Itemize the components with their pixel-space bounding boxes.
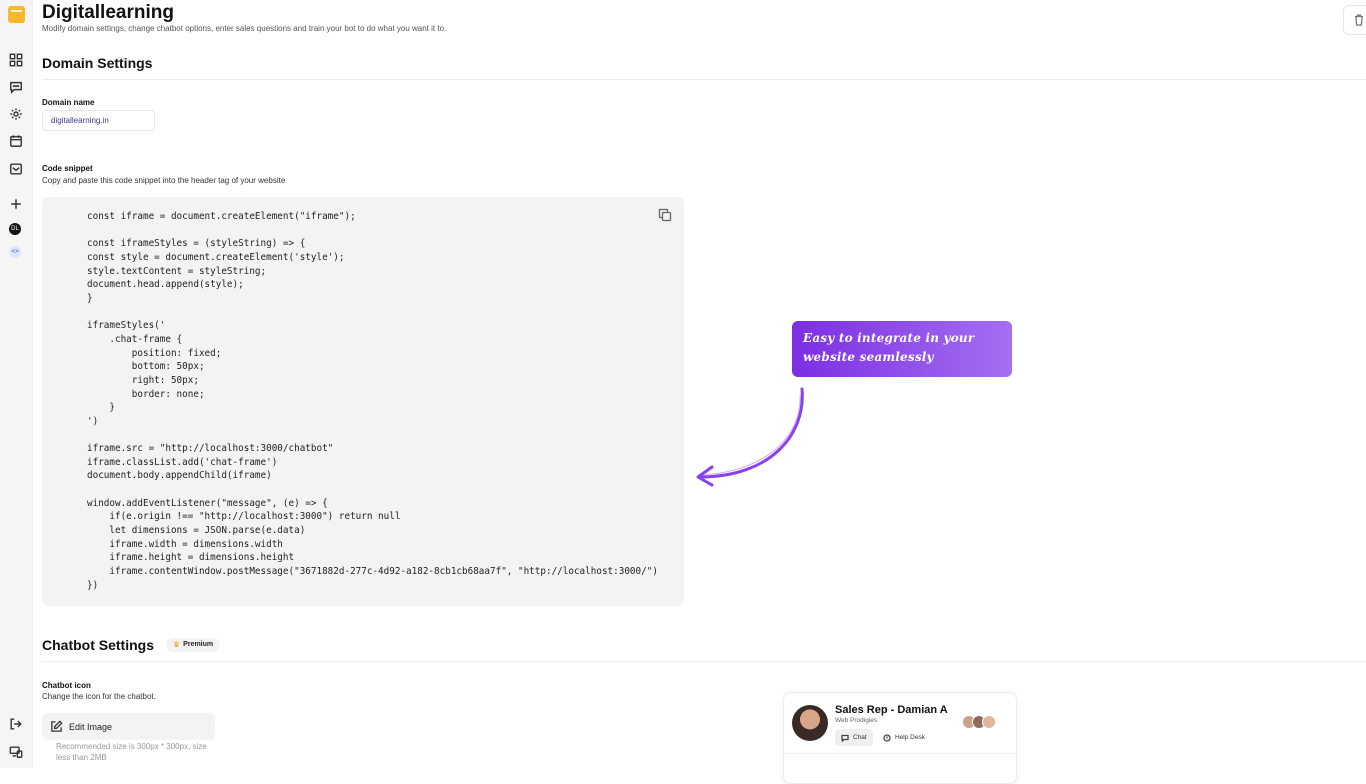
page-title: Digitallearning [42, 2, 174, 23]
inbox-icon[interactable] [8, 161, 24, 177]
code-snippet-help: Copy and paste this code snippet into th… [42, 176, 286, 185]
edit-image-button[interactable]: Edit Image [42, 713, 215, 740]
devices-icon[interactable] [8, 744, 24, 760]
tab-help-desk[interactable]: Help Desk [877, 729, 931, 746]
copy-icon[interactable] [658, 208, 672, 222]
chat-bubble-icon[interactable] [8, 79, 24, 95]
edit-icon [51, 720, 63, 732]
plus-icon[interactable] [8, 196, 24, 212]
domain-avatar-digitallearning[interactable]: DL [9, 223, 21, 235]
delete-domain-button[interactable] [1343, 5, 1366, 35]
premium-badge-label: Premium [183, 641, 214, 648]
domain-settings-title: Domain Settings [42, 55, 153, 71]
domain-name-label: Domain name [42, 98, 95, 107]
code-snippet-label: Code snippet [42, 164, 93, 173]
dashboard-grid-icon[interactable] [8, 52, 24, 68]
sign-out-icon[interactable] [8, 716, 24, 732]
help-desk-icon [883, 733, 891, 742]
domain-avatar-code[interactable]: <> [9, 246, 21, 258]
avatar [792, 705, 828, 741]
code-snippet-text[interactable]: const iframe = document.createElement("i… [87, 210, 658, 592]
chat-header-divider [784, 753, 1016, 754]
section-divider [42, 661, 1366, 662]
domain-name-input[interactable] [42, 110, 155, 131]
chat-company-name: Web Prodigies [835, 717, 878, 724]
chat-bubble-icon [841, 734, 849, 742]
page-subtitle: Modify domain settings, change chatbot o… [42, 24, 447, 33]
premium-badge: ♛ Premium [166, 638, 221, 652]
chat-rep-name: Sales Rep - Damian A [835, 704, 948, 716]
section-divider [42, 79, 1366, 80]
calendar-icon[interactable] [8, 133, 24, 149]
code-snippet-block[interactable]: const iframe = document.createElement("i… [42, 197, 684, 606]
app-logo[interactable] [8, 6, 25, 23]
image-size-recommendation: Recommended size is 300px * 300px, size … [56, 742, 207, 762]
tab-chat[interactable]: Chat [835, 729, 873, 746]
sidebar: DL <> [0, 0, 33, 768]
chatbot-icon-help: Change the icon for the chatbot. [42, 692, 156, 701]
crown-icon: ♛ [173, 640, 181, 649]
chatbot-icon-label: Chatbot icon [42, 681, 91, 690]
edit-image-label: Edit Image [69, 721, 113, 732]
callout-arrow [696, 387, 804, 487]
gear-icon[interactable] [8, 106, 24, 122]
chatbot-preview-card: Sales Rep - Damian A Web Prodigies Chat … [783, 692, 1017, 784]
chatbot-settings-title: Chatbot Settings [42, 637, 154, 653]
integration-callout: Easy to integrate in your website seamle… [792, 321, 1012, 377]
trash-icon [1355, 14, 1363, 26]
team-avatars [962, 715, 996, 729]
